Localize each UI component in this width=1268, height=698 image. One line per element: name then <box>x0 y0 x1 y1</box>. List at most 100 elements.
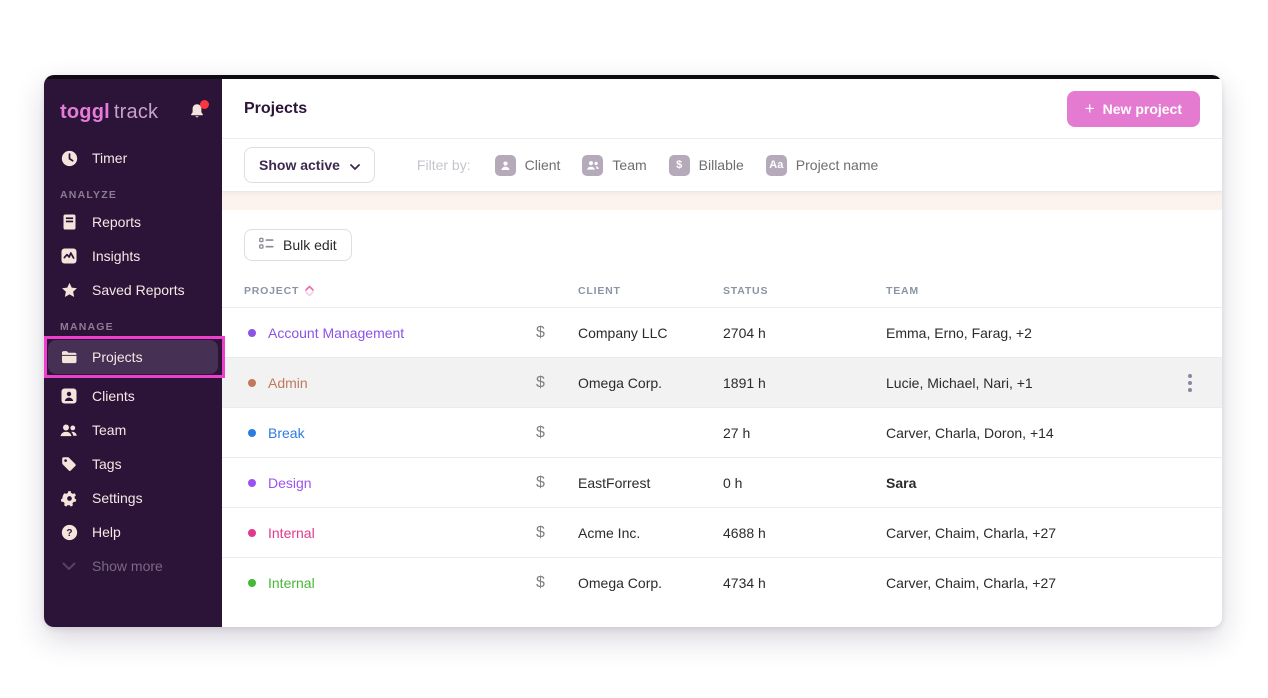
sidebar-item-timer[interactable]: Timer <box>44 141 222 175</box>
team-cell: Sara <box>886 475 1168 491</box>
billable-dollar-icon: $ <box>536 424 578 442</box>
row-menu-button[interactable] <box>1184 370 1196 396</box>
logo-toggl: toggl <box>60 101 110 123</box>
sidebar-item-label: Team <box>92 422 126 438</box>
status-cell: 2704 h <box>723 325 886 341</box>
project-color-dot <box>248 579 256 587</box>
billable-dollar-icon: $ <box>536 524 578 542</box>
insights-icon <box>60 247 78 265</box>
table-row[interactable]: Internal $ Acme Inc. 4688 h Carver, Chai… <box>222 507 1222 557</box>
sidebar-item-help[interactable]: ? Help <box>44 515 222 549</box>
filter-by-label: Filter by: <box>417 157 471 173</box>
project-color-dot <box>248 529 256 537</box>
team-cell: Emma, Erno, Farag, +2 <box>886 325 1168 341</box>
table-row[interactable]: Account Management $ Company LLC 2704 h … <box>222 307 1222 357</box>
sidebar-item-label: Help <box>92 524 121 540</box>
chevron-down-icon <box>350 157 360 173</box>
notifications-button[interactable] <box>188 102 208 122</box>
filter-bar: Show active Filter by: Client <box>222 139 1222 192</box>
client-cell: Company LLC <box>578 325 723 341</box>
billable-dollar-icon: $ <box>536 324 578 342</box>
dollar-icon: $ <box>669 155 690 176</box>
filter-chip-client[interactable]: Client <box>495 155 561 176</box>
sidebar-item-label: Projects <box>92 349 143 365</box>
main-content: Projects + New project Show active Filte… <box>222 79 1222 627</box>
help-icon: ? <box>60 523 78 541</box>
project-name-link[interactable]: Account Management <box>268 325 404 341</box>
sidebar-item-label: Tags <box>92 456 122 472</box>
notification-dot <box>200 100 209 109</box>
person-icon <box>495 155 516 176</box>
client-cell: Acme Inc. <box>578 525 723 541</box>
table-row[interactable]: Internal $ Omega Corp. 4734 h Carver, Ch… <box>222 557 1222 607</box>
team-cell: Carver, Charla, Doron, +14 <box>886 425 1168 441</box>
sidebar-item-label: Insights <box>92 248 140 264</box>
svg-text:?: ? <box>66 528 72 539</box>
project-name-link[interactable]: Admin <box>268 375 308 391</box>
column-header-label: PROJECT <box>244 285 299 297</box>
filter-chip-team[interactable]: Team <box>582 155 646 176</box>
project-color-dot <box>248 429 256 437</box>
project-name-link[interactable]: Internal <box>268 525 315 541</box>
column-header-client[interactable]: CLIENT <box>578 285 723 297</box>
content-top-band <box>222 192 1222 210</box>
sidebar-item-reports[interactable]: Reports <box>44 205 222 239</box>
project-color-dot <box>248 329 256 337</box>
bulk-edit-button[interactable]: Bulk edit <box>244 229 352 261</box>
sidebar-item-show-more[interactable]: Show more <box>44 549 222 583</box>
billable-dollar-icon: $ <box>536 574 578 592</box>
sidebar-item-clients[interactable]: Clients <box>44 379 222 413</box>
project-name-link[interactable]: Design <box>268 475 312 491</box>
folder-icon <box>60 348 78 366</box>
sidebar-item-team[interactable]: Team <box>44 413 222 447</box>
column-header-project[interactable]: PROJECT <box>244 285 536 297</box>
new-project-button[interactable]: + New project <box>1067 91 1200 127</box>
status-cell: 0 h <box>723 475 886 491</box>
reports-icon <box>60 213 78 231</box>
sidebar-item-tags[interactable]: Tags <box>44 447 222 481</box>
sidebar-item-saved-reports[interactable]: Saved Reports <box>44 273 222 307</box>
bulk-edit-label: Bulk edit <box>283 237 337 253</box>
filter-chip-label: Project name <box>796 157 878 173</box>
logo-track: track <box>114 101 158 123</box>
sidebar: toggltrack Timer ANALYZE <box>44 79 222 627</box>
show-active-label: Show active <box>259 157 340 173</box>
status-cell: 1891 h <box>723 375 886 391</box>
filter-chip-project-name[interactable]: Aa Project name <box>766 155 878 176</box>
billable-dollar-icon: $ <box>536 474 578 492</box>
people-icon <box>582 155 603 176</box>
table-header: PROJECT CLIENT STATUS TEAM <box>222 275 1222 307</box>
table-row[interactable]: Design $ EastForrest 0 h Sara <box>222 457 1222 507</box>
section-label-analyze: ANALYZE <box>44 175 222 201</box>
sidebar-item-label: Settings <box>92 490 143 506</box>
aa-icon: Aa <box>766 155 787 176</box>
page-header: Projects + New project <box>222 79 1222 139</box>
sidebar-item-label: Timer <box>92 150 127 166</box>
section-label-manage: MANAGE <box>44 307 222 333</box>
project-color-dot <box>248 479 256 487</box>
project-name-link[interactable]: Break <box>268 425 305 441</box>
team-cell: Carver, Chaim, Charla, +27 <box>886 525 1168 541</box>
clients-icon <box>60 387 78 405</box>
plus-icon: + <box>1085 100 1095 117</box>
status-cell: 4688 h <box>723 525 886 541</box>
filter-chip-label: Team <box>612 157 646 173</box>
sidebar-item-settings[interactable]: Settings <box>44 481 222 515</box>
filter-chip-label: Billable <box>699 157 744 173</box>
show-active-dropdown[interactable]: Show active <box>244 147 375 183</box>
project-color-dot <box>248 379 256 387</box>
column-header-status[interactable]: STATUS <box>723 285 886 297</box>
projects-panel: Bulk edit PROJECT CLIENT <box>222 210 1222 627</box>
sidebar-item-projects[interactable]: Projects <box>48 340 218 374</box>
filter-chip-billable[interactable]: $ Billable <box>669 155 744 176</box>
team-icon <box>60 421 78 439</box>
project-name-link[interactable]: Internal <box>268 575 315 591</box>
sort-icon[interactable] <box>305 285 314 297</box>
column-header-team[interactable]: TEAM <box>886 285 1168 297</box>
status-cell: 27 h <box>723 425 886 441</box>
table-row[interactable]: Admin $ Omega Corp. 1891 h Lucie, Michae… <box>222 357 1222 407</box>
table-row[interactable]: Break $ 27 h Carver, Charla, Doron, +14 <box>222 407 1222 457</box>
new-project-label: New project <box>1103 101 1182 117</box>
sidebar-item-insights[interactable]: Insights <box>44 239 222 273</box>
bell-icon <box>188 107 206 124</box>
